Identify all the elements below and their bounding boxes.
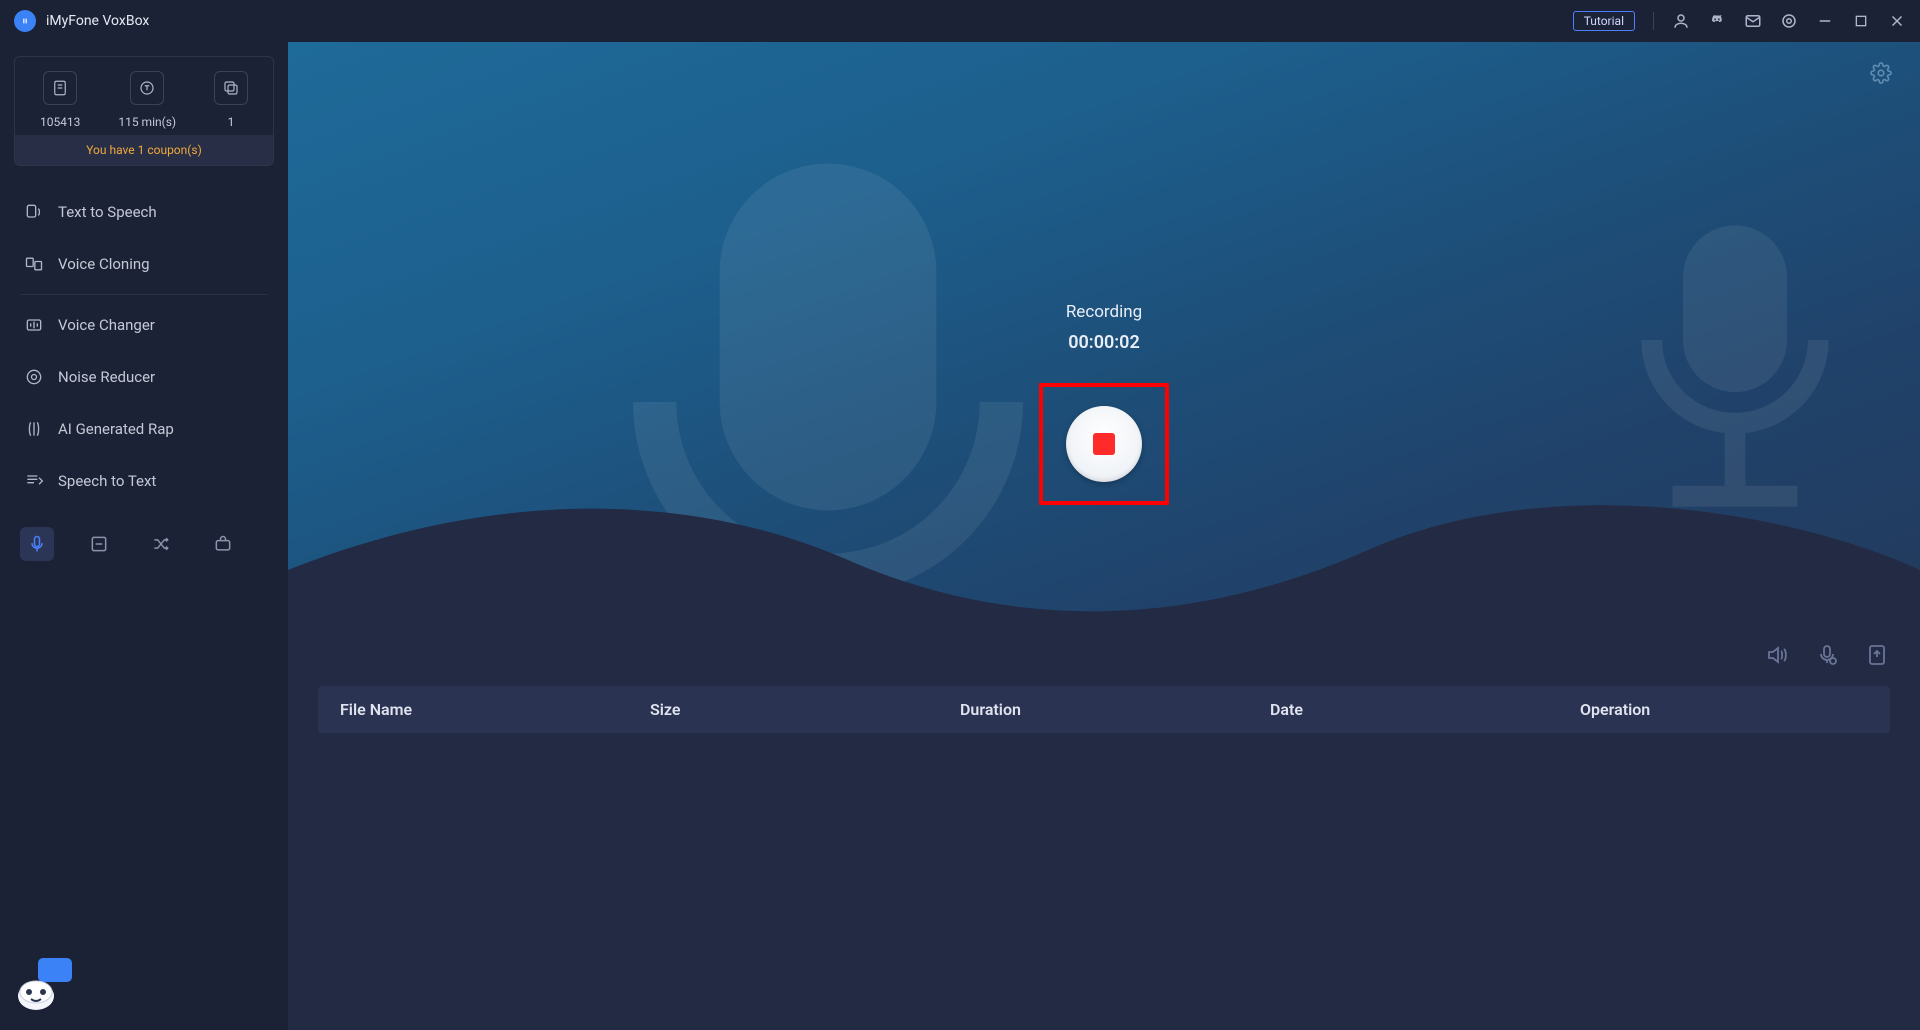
main-panel: Recording 00:00:02 File Name Siz — [288, 42, 1920, 1030]
volume-icon[interactable] — [1764, 642, 1790, 668]
recording-hero: Recording 00:00:02 — [288, 42, 1920, 628]
stat-minutes[interactable]: 115 min(s) — [118, 71, 176, 129]
nav-speech-to-text-label: Speech to Text — [58, 472, 156, 490]
shuffle-tab-icon[interactable] — [144, 527, 178, 561]
col-size: Size — [650, 700, 960, 719]
col-duration: Duration — [960, 700, 1270, 719]
sidebar-bottom-tools — [14, 515, 274, 573]
minutes-icon — [130, 71, 164, 105]
count-icon — [214, 71, 248, 105]
table-header: File Name Size Duration Date Operation — [318, 686, 1890, 733]
nav-voice-changer[interactable]: Voice Changer — [14, 299, 274, 351]
record-tab-icon[interactable] — [20, 527, 54, 561]
import-file-icon[interactable] — [1864, 642, 1890, 668]
noise-reducer-icon — [24, 367, 44, 387]
stat-count-value: 1 — [228, 115, 235, 129]
stat-minutes-value: 115 min(s) — [118, 115, 176, 129]
speech-to-text-icon — [24, 471, 44, 491]
app-title: iMyFone VoxBox — [46, 13, 149, 29]
settings-target-icon[interactable] — [1780, 12, 1798, 30]
stat-characters[interactable]: 105413 — [40, 71, 80, 129]
chatbot-button[interactable] — [14, 956, 74, 1016]
nav-ai-rap[interactable]: AI Generated Rap — [14, 403, 274, 455]
nav-separator — [20, 294, 268, 295]
col-date: Date — [1270, 700, 1580, 719]
titlebar-divider — [1653, 12, 1654, 30]
maximize-icon[interactable] — [1852, 12, 1870, 30]
mic-settings-icon[interactable] — [1814, 642, 1840, 668]
recording-label: Recording — [1066, 302, 1142, 322]
recordings-list-area: File Name Size Duration Date Operation — [288, 628, 1920, 1030]
ai-rap-icon — [24, 419, 44, 439]
nav-text-to-speech[interactable]: Text to Speech — [14, 186, 274, 238]
wave-divider — [288, 450, 1920, 628]
nav-voice-cloning-label: Voice Cloning — [58, 255, 150, 273]
nav-ai-rap-label: AI Generated Rap — [58, 420, 174, 438]
titlebar-right: Tutorial — [1573, 11, 1906, 31]
nav-text-to-speech-label: Text to Speech — [58, 203, 157, 221]
nav-noise-reducer[interactable]: Noise Reducer — [14, 351, 274, 403]
tutorial-button[interactable]: Tutorial — [1573, 11, 1635, 31]
hero-settings-icon[interactable] — [1870, 62, 1892, 84]
toolbox-tab-icon[interactable] — [206, 527, 240, 561]
nav-speech-to-text[interactable]: Speech to Text — [14, 455, 274, 507]
discord-icon[interactable] — [1708, 12, 1726, 30]
sidebar: 105413 115 min(s) 1 You have 1 coupon(s)… — [0, 42, 288, 1030]
titlebar-left: iMyFone VoxBox — [14, 10, 149, 32]
stats-row: 105413 115 min(s) 1 — [15, 57, 273, 135]
col-operation: Operation — [1580, 700, 1868, 719]
convert-tab-icon[interactable] — [82, 527, 116, 561]
text-to-speech-icon — [24, 202, 44, 222]
nav-noise-reducer-label: Noise Reducer — [58, 368, 155, 386]
recording-time: 00:00:02 — [1068, 332, 1140, 353]
minimize-icon[interactable] — [1816, 12, 1834, 30]
coupon-banner[interactable]: You have 1 coupon(s) — [15, 135, 273, 165]
stat-characters-value: 105413 — [40, 115, 80, 129]
titlebar: iMyFone VoxBox Tutorial — [0, 0, 1920, 42]
characters-icon — [43, 71, 77, 105]
col-filename: File Name — [340, 700, 650, 719]
nav-voice-changer-label: Voice Changer — [58, 316, 155, 334]
voice-cloning-icon — [24, 254, 44, 274]
stat-count[interactable]: 1 — [214, 71, 248, 129]
nav-voice-cloning[interactable]: Voice Cloning — [14, 238, 274, 290]
app-logo-icon — [14, 10, 36, 32]
account-icon[interactable] — [1672, 12, 1690, 30]
close-icon[interactable] — [1888, 12, 1906, 30]
stats-box: 105413 115 min(s) 1 You have 1 coupon(s) — [14, 56, 274, 166]
nav-list: Text to Speech Voice Cloning Voice Chang… — [14, 186, 274, 507]
mail-icon[interactable] — [1744, 12, 1762, 30]
voice-changer-icon — [24, 315, 44, 335]
list-tools — [1764, 642, 1890, 668]
